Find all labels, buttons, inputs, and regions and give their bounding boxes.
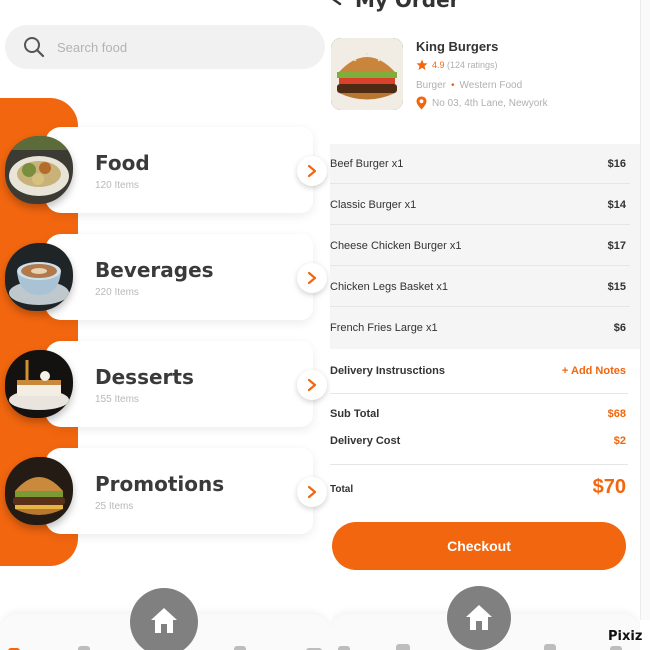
order-item-name: Chicken Legs Basket x1 [330, 281, 449, 293]
delivery-cost-label: Delivery Cost [330, 435, 401, 447]
profile-tab-icon[interactable] [544, 644, 556, 650]
home-icon [151, 608, 177, 633]
category-count: 220 Items [95, 287, 139, 298]
order-item-row: Cheese Chicken Burger x1 $17 [330, 226, 630, 266]
order-item-row: Classic Burger x1 $14 [330, 185, 630, 225]
rating-count: (124 ratings) [447, 60, 498, 70]
search-bar[interactable] [5, 25, 325, 69]
home-button[interactable] [447, 586, 511, 650]
category-title: Food [95, 151, 150, 175]
order-item-price: $16 [607, 158, 626, 170]
dessert-image [5, 350, 73, 418]
order-item-name: Beef Burger x1 [330, 158, 404, 170]
order-item-price: $6 [613, 322, 626, 334]
food-image [5, 136, 73, 204]
location-pin-icon [416, 96, 427, 110]
coffee-cup-image [5, 243, 73, 311]
search-icon [24, 37, 45, 58]
order-item-price: $14 [607, 199, 626, 211]
delivery-cost-value: $2 [613, 435, 626, 447]
delivery-instructions-label: Delivery Instruscti​ons [330, 365, 445, 377]
chevron-right-icon[interactable] [297, 370, 327, 400]
restaurant-name: King Burgers [416, 39, 499, 54]
home-button[interactable] [130, 588, 198, 650]
restaurant-rating: 4.9 (124 ratings) [432, 60, 498, 70]
category-count: 155 Items [95, 394, 139, 405]
restaurant-category: Burger [416, 80, 447, 91]
order-items-list: Beef Burger x1 $16 Classic Burger x1 $14… [330, 144, 640, 349]
category-card-beverages[interactable]: Beverages 220 Items [45, 234, 327, 320]
screen-edge [640, 0, 650, 620]
category-card-desserts[interactable]: Desserts 155 Items [45, 341, 327, 427]
page-title: My Order [355, 0, 460, 12]
chevron-right-icon[interactable] [297, 263, 327, 293]
offers-tab-icon[interactable] [396, 644, 410, 650]
restaurant-address: No 03, 4th Lane, Newyork [432, 98, 548, 109]
category-title: Beverages [95, 258, 214, 282]
subtotal-label: Sub Total [330, 408, 380, 420]
burger-image [5, 457, 73, 525]
order-item-price: $17 [607, 240, 626, 252]
offers-tab-icon[interactable] [78, 646, 90, 650]
chevron-right-icon[interactable] [297, 156, 327, 186]
my-order-screen: My Order King Burgers 4.9 (124 ratings) … [330, 0, 640, 650]
category-title: Promotions [95, 472, 225, 496]
order-item-name: French Fries Large x1 [330, 322, 438, 334]
watermark: Pixiz [608, 629, 643, 644]
restaurant-type: Burger • Western Food [416, 80, 523, 91]
home-icon [466, 605, 492, 630]
category-title: Desserts [95, 365, 194, 389]
divider [330, 464, 628, 465]
back-arrow-icon[interactable] [330, 0, 350, 8]
add-notes-button[interactable]: + Add Notes [562, 365, 626, 377]
rating-score: 4.9 [432, 60, 445, 70]
category-card-food[interactable]: Food 120 Items [45, 127, 327, 213]
total-value: $70 [592, 476, 626, 498]
category-count: 120 Items [95, 180, 139, 191]
restaurant-cuisine: Western Food [459, 80, 523, 91]
more-tab-icon[interactable] [610, 646, 622, 650]
category-card-promotions[interactable]: Promotions 25 Items [45, 448, 327, 534]
chevron-right-icon[interactable] [297, 477, 327, 507]
categories-screen: Food 120 Items Beverages 220 Items [0, 0, 330, 650]
category-count: 25 Items [95, 501, 134, 512]
order-item-row: Beef Burger x1 $16 [330, 144, 630, 184]
order-item-price: $15 [607, 281, 626, 293]
menu-tab-icon[interactable] [338, 646, 350, 650]
order-item-row: French Fries Large x1 $6 [330, 308, 630, 348]
order-item-name: Cheese Chicken Burger x1 [330, 240, 462, 252]
search-input[interactable] [57, 33, 307, 61]
divider [330, 393, 628, 394]
total-label: Total [330, 484, 354, 495]
subtotal-value: $68 [607, 408, 626, 420]
order-item-row: Chicken Legs Basket x1 $15 [330, 267, 630, 307]
order-item-name: Classic Burger x1 [330, 199, 417, 211]
checkout-button[interactable]: Checkout [332, 522, 626, 570]
restaurant-image [331, 38, 403, 110]
profile-tab-icon[interactable] [234, 646, 246, 650]
star-icon [416, 59, 428, 70]
